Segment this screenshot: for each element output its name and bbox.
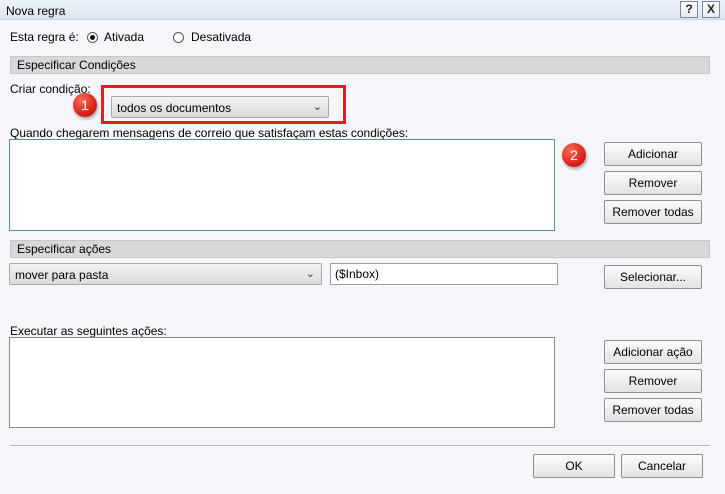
help-button[interactable]: ? <box>680 1 698 18</box>
remove-action-button[interactable]: Remover <box>604 369 702 393</box>
folder-input[interactable]: ($Inbox) <box>330 263 558 285</box>
close-button[interactable]: X <box>702 1 720 18</box>
remove-all-actions-button[interactable]: Remover todas <box>604 398 702 422</box>
highlight-box <box>101 85 346 124</box>
title-bar: Nova regra ? X <box>0 0 725 20</box>
actions-list[interactable] <box>9 337 555 428</box>
enabled-radio-label[interactable]: Ativada <box>104 30 144 44</box>
callout-badge-2: 2 <box>562 143 586 167</box>
conditions-section-title: Especificar Condições <box>17 58 136 72</box>
action-dropdown-value: mover para pasta <box>15 268 109 282</box>
add-action-button[interactable]: Adicionar ação <box>604 340 702 364</box>
conditions-list-label: Quando chegarem mensagens de correio que… <box>10 126 409 140</box>
disabled-radio[interactable] <box>173 32 184 43</box>
chevron-down-icon: ⌄ <box>305 268 315 280</box>
conditions-list[interactable] <box>9 139 555 231</box>
conditions-section-header: Especificar Condições <box>10 56 710 74</box>
select-folder-button[interactable]: Selecionar... <box>604 265 702 289</box>
ok-button[interactable]: OK <box>533 454 615 478</box>
footer-separator <box>10 445 710 447</box>
remove-condition-button[interactable]: Remover <box>604 171 702 195</box>
actions-section-header: Especificar ações <box>10 240 710 258</box>
add-condition-button[interactable]: Adicionar <box>604 142 702 166</box>
dialog-body: Esta regra é: Ativada Desativada Especif… <box>0 20 725 494</box>
rule-state-label: Esta regra é: <box>10 30 79 44</box>
cancel-button[interactable]: Cancelar <box>621 454 703 478</box>
callout-badge-1: 1 <box>73 93 97 117</box>
actions-list-label: Executar as seguintes ações: <box>10 324 167 338</box>
actions-section-title: Especificar ações <box>17 242 112 256</box>
window-title: Nova regra <box>6 4 66 18</box>
remove-all-conditions-button[interactable]: Remover todas <box>604 200 702 224</box>
disabled-radio-label[interactable]: Desativada <box>191 30 251 44</box>
action-dropdown[interactable]: mover para pasta ⌄ <box>9 263 322 285</box>
enabled-radio[interactable] <box>87 32 98 43</box>
